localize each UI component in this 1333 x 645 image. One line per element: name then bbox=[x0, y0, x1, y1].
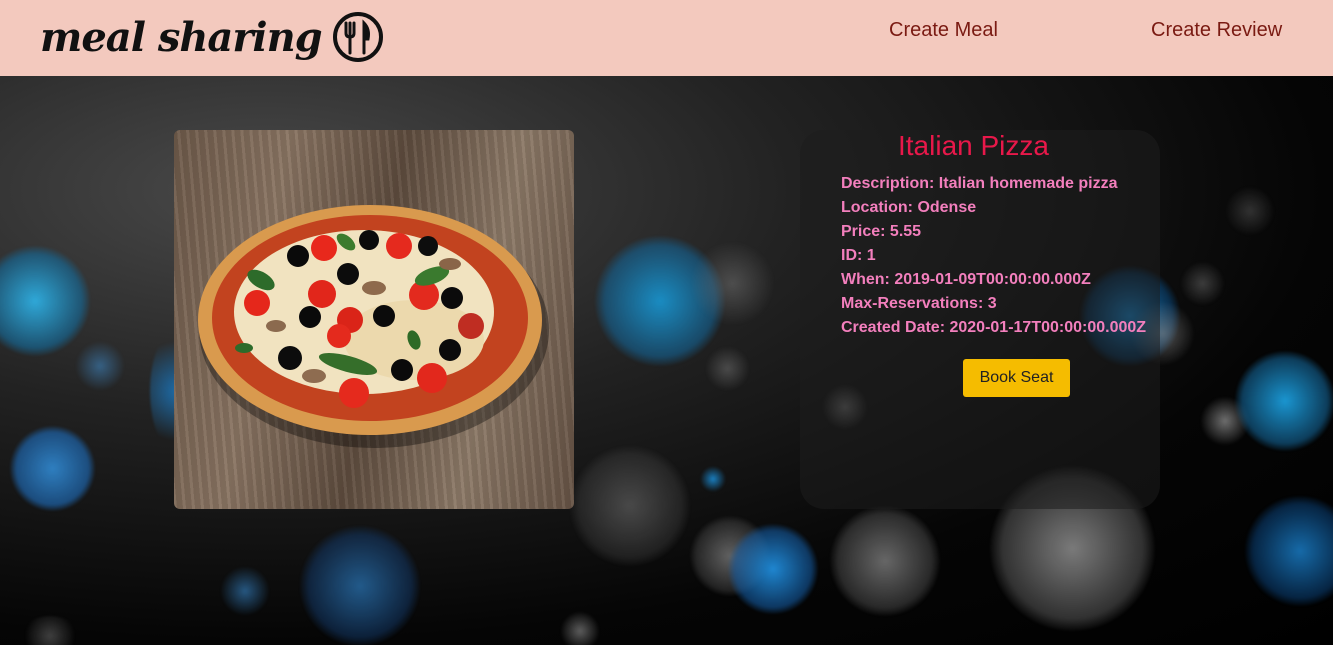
meal-title: Italian Pizza bbox=[898, 130, 1049, 161]
bokeh-light bbox=[570, 446, 690, 566]
bokeh-light bbox=[1235, 351, 1333, 451]
bokeh-light bbox=[560, 611, 600, 645]
bokeh-light bbox=[1245, 496, 1333, 606]
meal-price: Price: 5.55 bbox=[841, 223, 922, 240]
nav-create-review[interactable]: Create Review bbox=[1151, 19, 1282, 42]
meal-created-date: Created Date: 2020-01-17T00:00:00.000Z bbox=[841, 319, 1147, 336]
bokeh-light bbox=[690, 241, 775, 326]
site-header: meal sharing Create Meal Create Review bbox=[0, 0, 1333, 76]
bokeh-light bbox=[300, 526, 420, 645]
meal-description: Description: Italian homemade pizza bbox=[841, 175, 1118, 192]
bokeh-light bbox=[220, 566, 270, 616]
meal-location: Location: Odense bbox=[841, 199, 977, 216]
meal-id: ID: 1 bbox=[841, 247, 876, 264]
meal-image bbox=[174, 130, 574, 509]
book-seat-button[interactable]: Book Seat bbox=[963, 359, 1070, 397]
bokeh-light bbox=[700, 466, 726, 492]
meal-max-reservations: Max-Reservations: 3 bbox=[841, 295, 997, 312]
bokeh-light bbox=[75, 341, 125, 391]
meal-details: Description: Italian homemade pizza Loca… bbox=[841, 172, 1146, 340]
site-logo[interactable]: meal sharing bbox=[40, 2, 386, 72]
bokeh-light bbox=[10, 426, 95, 511]
bokeh-light bbox=[0, 246, 90, 356]
bokeh-light bbox=[830, 506, 940, 616]
bokeh-light bbox=[20, 616, 80, 645]
bokeh-light bbox=[705, 346, 750, 391]
meal-when: When: 2019-01-09T00:00:00.000Z bbox=[841, 271, 1091, 288]
bokeh-light bbox=[728, 524, 818, 614]
bokeh-light bbox=[1225, 186, 1275, 236]
cutlery-icon bbox=[332, 12, 383, 62]
pizza-image bbox=[198, 205, 549, 448]
bokeh-light bbox=[1180, 261, 1225, 306]
nav-create-meal[interactable]: Create Meal bbox=[889, 19, 998, 42]
logo-text: meal sharing bbox=[40, 13, 323, 61]
